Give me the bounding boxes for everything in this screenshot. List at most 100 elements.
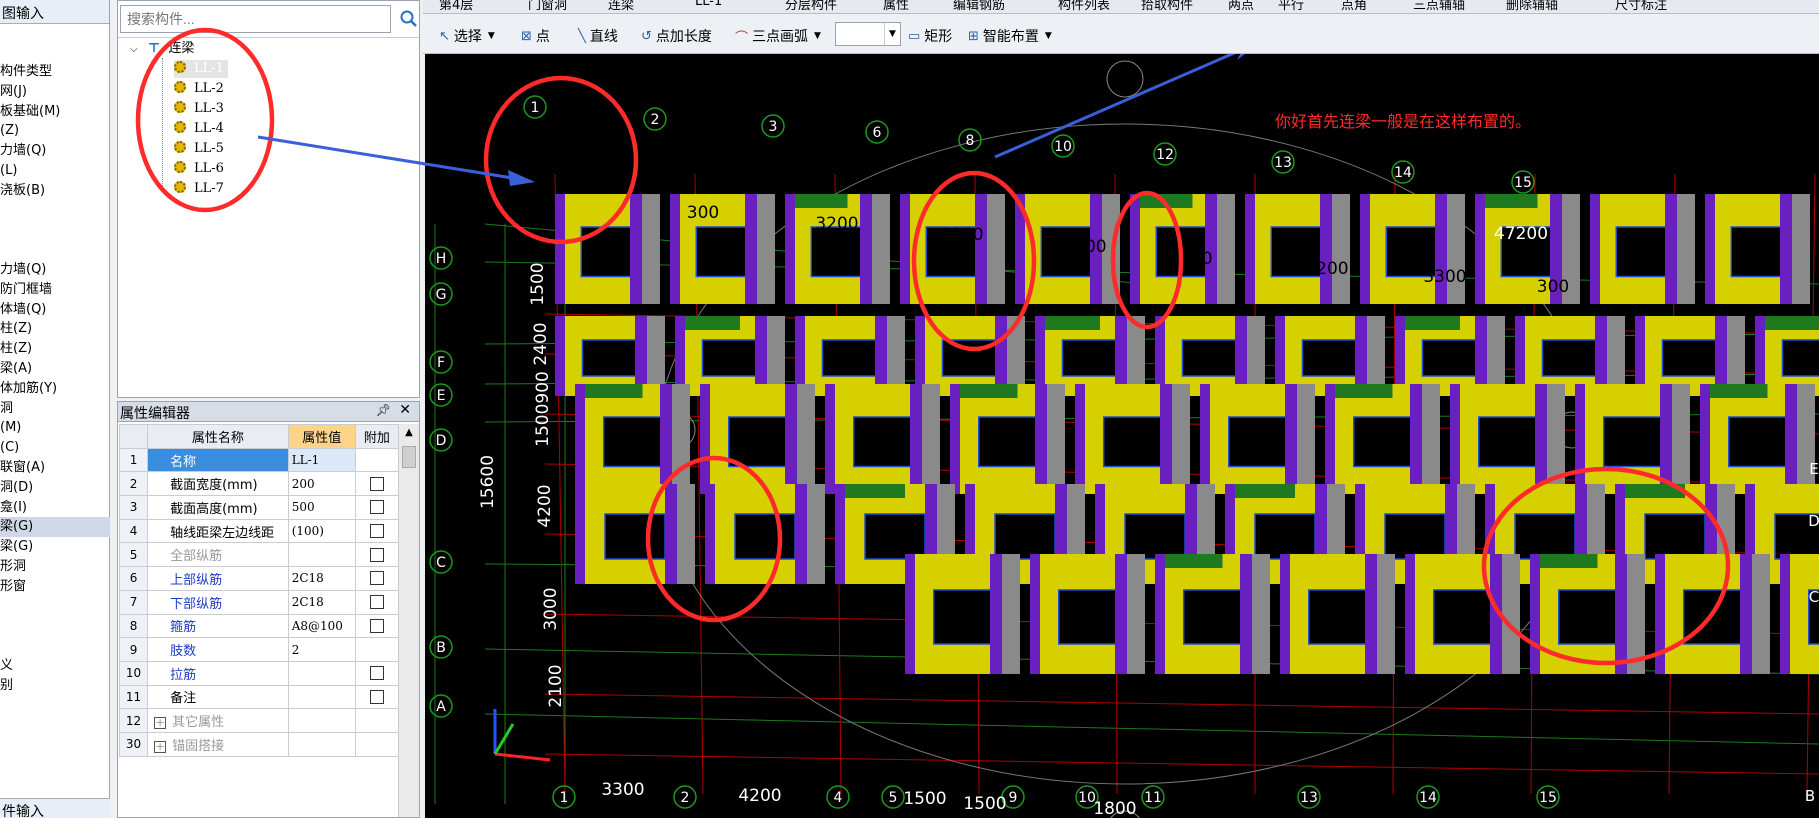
property-value[interactable] xyxy=(287,660,356,686)
property-row[interactable]: 6 上部纵筋 2C18 xyxy=(118,566,400,591)
top-toolbar-item[interactable]: 拾取构件 xyxy=(1141,0,1193,13)
scroll-thumb[interactable] xyxy=(402,446,416,468)
property-value[interactable] xyxy=(287,731,356,757)
nav-item[interactable]: (Z) xyxy=(0,121,110,141)
property-row[interactable]: 30 + 锚固搭接 xyxy=(118,731,400,757)
attach-checkbox[interactable] xyxy=(369,666,384,681)
point-length-button[interactable]: ↺ 点加长度 xyxy=(641,26,712,46)
top-toolbar-item[interactable]: 连梁 xyxy=(608,0,634,13)
top-toolbar-item[interactable]: 门窗洞 xyxy=(528,0,567,13)
nav-item[interactable] xyxy=(0,636,110,656)
property-value[interactable] xyxy=(287,542,356,568)
close-icon[interactable]: ✕ xyxy=(399,402,411,418)
top-toolbar-item[interactable]: 两点 xyxy=(1228,0,1254,13)
nav-item[interactable] xyxy=(0,220,110,240)
top-toolbar-item[interactable]: 构件列表 xyxy=(1058,0,1110,13)
property-value[interactable]: 500 xyxy=(287,495,356,520)
tree-item[interactable]: LL-4 xyxy=(174,120,224,138)
attach-checkbox[interactable] xyxy=(369,500,384,515)
top-toolbar-item[interactable]: 尺寸标注 xyxy=(1615,0,1667,13)
search-button[interactable] xyxy=(396,6,420,32)
attach-checkbox[interactable] xyxy=(369,571,384,586)
property-value[interactable] xyxy=(287,708,356,733)
property-value[interactable]: 200 xyxy=(287,471,356,497)
property-row[interactable]: 4 轴线距梁左边线距 (100) xyxy=(118,518,400,544)
nav-item[interactable] xyxy=(0,240,110,260)
left-nav-header[interactable]: 图输入 xyxy=(0,0,109,24)
top-toolbar-item[interactable]: 三点辅轴 xyxy=(1413,0,1465,13)
tree-root[interactable]: ⌵ ⊤ 连梁 xyxy=(130,40,194,58)
attach-checkbox[interactable] xyxy=(369,618,384,633)
property-value[interactable]: (100) xyxy=(287,518,356,544)
nav-item[interactable]: 力墙(Q) xyxy=(0,141,110,161)
property-value[interactable]: 2 xyxy=(287,637,356,662)
nav-item[interactable] xyxy=(0,597,110,617)
nav-item[interactable]: 梁(G) xyxy=(0,537,110,557)
property-row[interactable]: 1 名称 LL-1 xyxy=(118,447,400,473)
nav-item[interactable] xyxy=(0,201,110,221)
nav-item[interactable]: 洞(D) xyxy=(0,478,110,498)
tree-item[interactable]: LL-2 xyxy=(174,80,224,98)
property-row[interactable]: 7 下部纵筋 2C18 xyxy=(118,589,400,615)
property-row[interactable]: 11 备注 xyxy=(118,684,400,710)
tree-item[interactable]: LL-7 xyxy=(174,180,224,198)
property-row[interactable]: 10 拉筋 xyxy=(118,660,400,686)
nav-item[interactable]: 洞 xyxy=(0,399,110,419)
property-row[interactable]: 12 + 其它属性 xyxy=(118,708,400,733)
attach-checkbox[interactable] xyxy=(369,689,384,704)
nav-item[interactable]: 网(J) xyxy=(0,82,110,102)
nav-item[interactable]: 浇板(B) xyxy=(0,181,110,201)
property-row[interactable]: 3 截面高度(mm) 500 xyxy=(118,495,400,520)
nav-item[interactable]: (L) xyxy=(0,161,110,181)
property-value[interactable]: A8@100 xyxy=(287,613,356,639)
property-row[interactable]: 8 箍筋 A8@100 xyxy=(118,613,400,639)
tree-item[interactable]: LL-1 xyxy=(174,60,228,78)
property-row[interactable]: 2 截面宽度(mm) 200 xyxy=(118,471,400,497)
attach-checkbox[interactable] xyxy=(369,476,384,491)
snap-combo[interactable]: ▼ xyxy=(835,22,901,46)
top-toolbar-item[interactable]: LL-1 xyxy=(695,0,722,9)
nav-item[interactable]: 梁(G) xyxy=(0,517,110,538)
scroll-up-icon[interactable]: ▲ xyxy=(399,424,419,442)
property-value[interactable]: 2C18 xyxy=(287,589,356,615)
nav-item[interactable]: 力墙(Q) xyxy=(0,260,110,280)
attach-checkbox[interactable] xyxy=(369,547,384,562)
tree-item[interactable]: LL-6 xyxy=(174,160,224,178)
nav-item[interactable]: (M) xyxy=(0,418,110,438)
top-toolbar-item[interactable]: 平行 xyxy=(1278,0,1304,13)
top-toolbar-item[interactable]: 属性 xyxy=(883,0,909,13)
left-nav-footer[interactable]: 件输入 xyxy=(0,798,110,818)
expand-icon[interactable]: + xyxy=(154,717,167,730)
property-value[interactable]: 2C18 xyxy=(287,566,356,591)
nav-item[interactable]: 体加筋(Y) xyxy=(0,379,110,399)
nav-item[interactable]: 防门框墙 xyxy=(0,280,110,300)
nav-item[interactable]: 梁(A) xyxy=(0,359,110,379)
tree-item[interactable]: LL-5 xyxy=(174,140,224,158)
nav-item[interactable]: 龛(I) xyxy=(0,498,110,518)
top-toolbar-item[interactable]: 点角 xyxy=(1341,0,1367,13)
attach-checkbox[interactable] xyxy=(369,595,384,610)
3d-viewport[interactable]: 1 2 3 6 8 10 12 13 14 15 1 2 4 5 9 10 11 13 14 15 H G F E D C B A 30… xyxy=(425,54,1819,818)
top-toolbar-item[interactable]: 编辑钢筋 xyxy=(953,0,1005,13)
nav-item[interactable]: (C) xyxy=(0,438,110,458)
line-button[interactable]: ╲ 直线 xyxy=(578,26,618,46)
rect-button[interactable]: ▭ 矩形 xyxy=(908,26,952,46)
property-row[interactable]: 5 全部纵筋 xyxy=(118,542,400,568)
nav-item[interactable]: 别 xyxy=(0,676,110,696)
expand-icon[interactable]: + xyxy=(154,740,167,753)
nav-item[interactable]: 联窗(A) xyxy=(0,458,110,478)
top-toolbar-item[interactable]: 分层构件 xyxy=(785,0,837,13)
nav-item[interactable]: 形窗 xyxy=(0,577,110,597)
3d-model-canvas[interactable]: 12 3 6 8 10 12 1314151 2 4 5 9 10 11 13 14 15HGFEDCBA30… xyxy=(425,54,1819,818)
top-toolbar-item[interactable]: 删除辅轴 xyxy=(1506,0,1558,13)
property-value[interactable]: LL-1 xyxy=(287,447,356,473)
nav-item[interactable]: 柱(Z) xyxy=(0,339,110,359)
property-row[interactable]: 9 肢数 2 xyxy=(118,637,400,662)
tree-item[interactable]: LL-3 xyxy=(174,100,224,118)
nav-item[interactable]: 板基础(M) xyxy=(0,102,110,122)
arc-button[interactable]: ⌒ 三点画弧 ▼ xyxy=(735,26,821,46)
top-toolbar-item[interactable]: 第4层 xyxy=(439,0,473,13)
point-button[interactable]: ⊠ 点 xyxy=(521,26,550,46)
select-button[interactable]: ↖ 选择 ▼ xyxy=(439,26,495,46)
nav-item[interactable]: 义 xyxy=(0,656,110,676)
